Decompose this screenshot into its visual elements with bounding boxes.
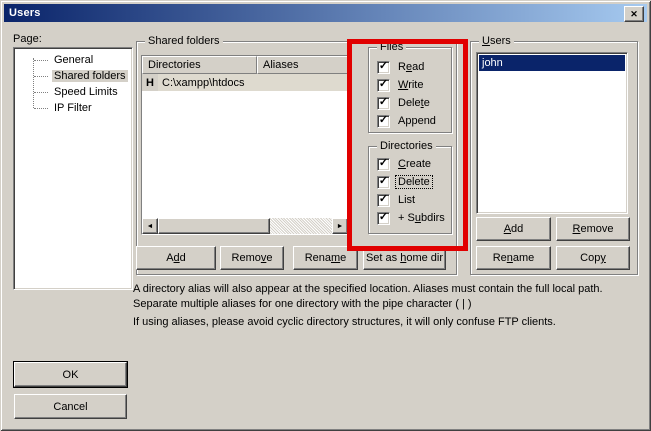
directory-path: C:\xampp\htdocs — [158, 74, 348, 91]
file-delete-checkbox[interactable]: ✓ — [377, 97, 390, 110]
checkmark-icon: ✓ — [379, 80, 388, 89]
checkbox-row-write: ✓ Write — [369, 76, 451, 94]
append-checkbox[interactable]: ✓ — [377, 115, 390, 128]
checkbox-row-append: ✓ Append — [369, 112, 451, 130]
alias-note: A directory alias will also appear at th… — [133, 282, 633, 312]
shared-folders-listview[interactable]: Directories Aliases H C:\xampp\htdocs ◄ … — [141, 55, 349, 235]
subdirs-checkbox[interactable]: ✓ — [377, 212, 390, 225]
close-button[interactable]: ✕ — [624, 6, 644, 22]
directories-group-label: Directories — [377, 139, 436, 153]
list-checkbox[interactable]: ✓ — [377, 194, 390, 207]
page-item-speed-limits[interactable]: Speed Limits — [14, 84, 132, 100]
checkbox-row-list: ✓ List — [369, 191, 451, 209]
create-checkbox[interactable]: ✓ — [377, 158, 390, 171]
listview-header: Directories Aliases — [142, 56, 348, 74]
checkmark-icon: ✓ — [379, 116, 388, 125]
users-listbox[interactable]: john — [476, 52, 628, 214]
checkbox-row-read: ✓ Read — [369, 58, 451, 76]
files-group-label: Files — [377, 40, 406, 54]
scroll-left-button[interactable]: ◄ — [142, 218, 158, 234]
scroll-right-icon: ► — [337, 223, 344, 230]
window-title: Users — [4, 7, 41, 19]
scroll-right-button[interactable]: ► — [332, 218, 348, 234]
cyclic-note: If using aliases, please avoid cyclic di… — [133, 315, 638, 330]
scrollbar-track[interactable] — [270, 218, 332, 234]
listview-body: H C:\xampp\htdocs — [142, 74, 348, 218]
page-item-shared-folders[interactable]: Shared folders — [14, 68, 132, 84]
page-tree[interactable]: General Shared folders Speed Limits IP F… — [13, 47, 133, 290]
checkbox-row-file-delete: ✓ Delete — [369, 94, 451, 112]
user-item-john[interactable]: john — [479, 55, 625, 71]
column-header-directories[interactable]: Directories — [142, 56, 257, 74]
folder-rename-button[interactable]: Rename — [293, 246, 358, 270]
page-item-ip-filter[interactable]: IP Filter — [14, 100, 132, 116]
user-copy-button[interactable]: Copy — [556, 246, 630, 270]
close-icon: ✕ — [630, 10, 638, 19]
user-add-button[interactable]: Add — [476, 217, 551, 241]
user-rename-button[interactable]: Rename — [476, 246, 551, 270]
checkmark-icon: ✓ — [379, 159, 388, 168]
checkbox-row-subdirs: ✓ + Subdirs — [369, 209, 451, 227]
folder-remove-button[interactable]: Remove — [220, 246, 284, 270]
directory-row[interactable]: H C:\xampp\htdocs — [142, 74, 348, 91]
checkmark-icon: ✓ — [379, 98, 388, 107]
page-label: Page: — [13, 33, 42, 45]
user-remove-button[interactable]: Remove — [556, 217, 630, 241]
home-dir-marker: H — [142, 74, 158, 91]
set-as-home-dir-button[interactable]: Set as home dir — [363, 246, 446, 270]
cancel-button[interactable]: Cancel — [14, 394, 127, 419]
checkbox-row-dir-delete: ✓ Delete — [369, 173, 451, 191]
users-dialog: Users ✕ Page: General Shared folders Spe… — [0, 0, 651, 431]
checkmark-icon: ✓ — [379, 177, 388, 186]
shared-folders-group-label: Shared folders — [145, 34, 223, 48]
directories-group: Directories ✓ Create ✓ Delete ✓ List ✓ +… — [368, 146, 452, 234]
folder-add-button[interactable]: Add — [136, 246, 216, 270]
checkmark-icon: ✓ — [379, 62, 388, 71]
titlebar[interactable]: Users ✕ — [4, 4, 647, 22]
checkbox-row-create: ✓ Create — [369, 155, 451, 173]
users-group-label: Users — [479, 34, 514, 48]
ok-button[interactable]: OK — [14, 362, 127, 387]
checkmark-icon: ✓ — [379, 213, 388, 222]
page-item-general[interactable]: General — [14, 52, 132, 68]
write-checkbox[interactable]: ✓ — [377, 79, 390, 92]
column-header-aliases[interactable]: Aliases — [257, 56, 348, 74]
scrollbar-thumb[interactable] — [158, 218, 270, 234]
files-group: Files ✓ Read ✓ Write ✓ Delete ✓ Append — [368, 47, 452, 133]
horizontal-scrollbar[interactable]: ◄ ► — [142, 218, 348, 234]
read-checkbox[interactable]: ✓ — [377, 61, 390, 74]
checkmark-icon: ✓ — [379, 195, 388, 204]
dir-delete-checkbox[interactable]: ✓ — [377, 176, 390, 189]
scroll-left-icon: ◄ — [147, 223, 154, 230]
